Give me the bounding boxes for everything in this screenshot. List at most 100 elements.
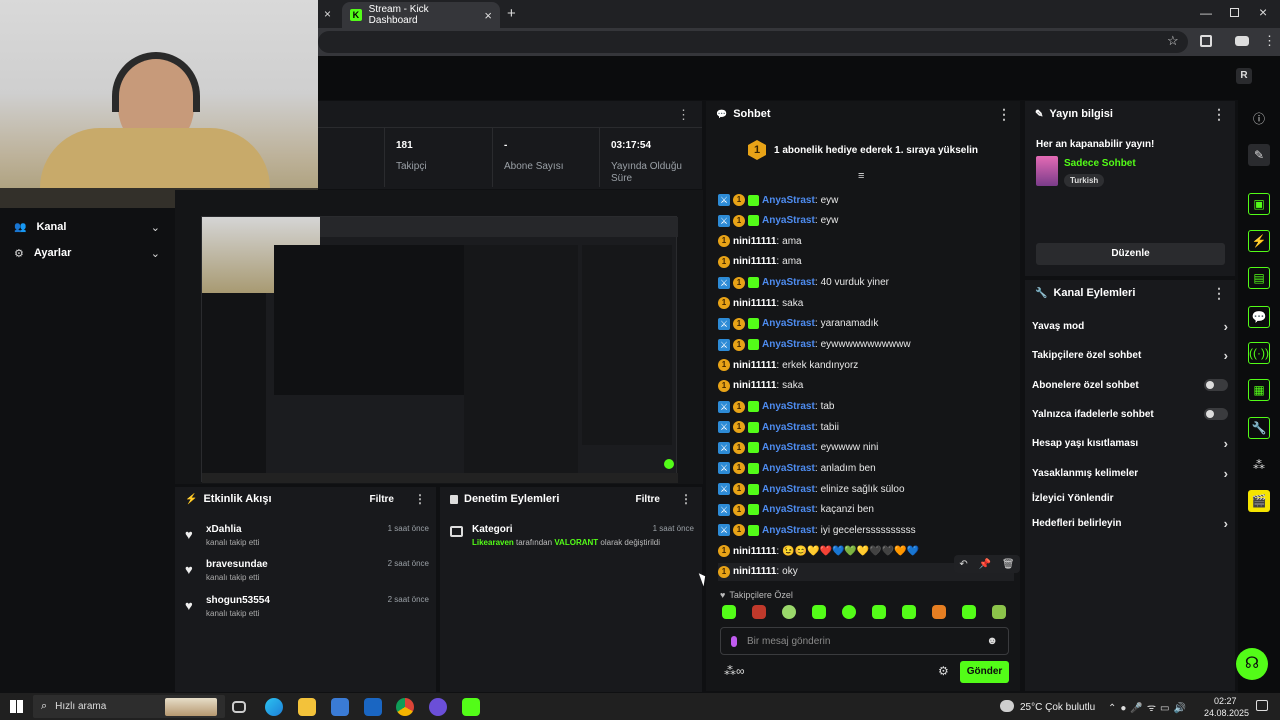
chrome-icon[interactable] bbox=[396, 698, 414, 716]
action-slow-mode[interactable]: Yavaş mod › bbox=[1032, 316, 1228, 336]
chat-tools-icon[interactable]: ⁂∞ bbox=[724, 664, 745, 678]
moderation-menu-icon[interactable]: ⋮ bbox=[680, 492, 692, 506]
edit-panel-icon[interactable]: ✎ bbox=[1248, 144, 1270, 166]
chat-username[interactable]: AnyaStrast bbox=[762, 442, 815, 453]
edge-icon[interactable] bbox=[265, 698, 283, 716]
broadcast-icon[interactable]: ((·)) bbox=[1248, 342, 1270, 364]
chat-message[interactable]: ⚔ 1 AnyaStrast: tabii bbox=[718, 418, 839, 436]
kick-app-icon[interactable] bbox=[462, 698, 480, 716]
chat-message[interactable]: 1 nini11111: saka bbox=[718, 294, 803, 312]
chat-username[interactable]: nini11111 bbox=[733, 566, 776, 577]
chat-username[interactable]: AnyaStrast bbox=[762, 463, 815, 474]
chat-message[interactable]: ⚔ 1 AnyaStrast:40 vurduk yiner bbox=[718, 274, 889, 292]
layout-icon[interactable]: ▦ bbox=[1248, 379, 1270, 401]
chat-username[interactable]: nini11111 bbox=[733, 236, 776, 247]
chat-panel-icon[interactable]: 💬 bbox=[1248, 306, 1270, 328]
minimize-button[interactable]: — bbox=[1200, 6, 1212, 20]
file-explorer-icon[interactable] bbox=[298, 698, 316, 716]
chat-message[interactable]: ⚔ 1 AnyaStrast: eyw bbox=[718, 212, 838, 230]
scroll-to-bottom-icon[interactable]: ≡ bbox=[858, 170, 864, 182]
pinned-banner[interactable]: 1 1 abonelik hediye ederek 1. sıraya yük… bbox=[706, 127, 1020, 173]
stream-preview[interactable] bbox=[175, 190, 703, 484]
emote-button[interactable] bbox=[992, 605, 1006, 619]
lightning-panel-icon[interactable]: ⚡ bbox=[1248, 230, 1270, 252]
moderation-filter[interactable]: Filtre bbox=[636, 494, 660, 505]
restore-button[interactable] bbox=[1230, 8, 1239, 17]
chat-message[interactable]: ⚔ 1 AnyaStrast: eyw bbox=[718, 191, 838, 209]
chat-message[interactable]: ⚔ 1 AnyaStrast: tab bbox=[718, 398, 835, 416]
previous-tab-close[interactable]: × bbox=[324, 7, 331, 21]
taskbar-search[interactable]: ⌕ Hızlı arama bbox=[33, 695, 225, 718]
new-tab-button[interactable]: + bbox=[507, 5, 516, 22]
bookmark-star-icon[interactable]: ☆ bbox=[1167, 33, 1179, 49]
chat-message[interactable]: ⚔ 1 AnyaStrast: eywwww nini bbox=[718, 439, 878, 457]
channel-actions-menu-icon[interactable]: ⋮ bbox=[1212, 285, 1226, 302]
outlook-icon[interactable] bbox=[364, 698, 382, 716]
obs-icon[interactable] bbox=[429, 698, 447, 716]
action-raid[interactable]: İzleyici Yönlendir bbox=[1032, 488, 1228, 508]
action-followers-only[interactable]: Takipçilere özel sohbet › bbox=[1032, 345, 1228, 365]
moderation-user[interactable]: Likearaven bbox=[472, 538, 514, 547]
send-button[interactable]: Gönder bbox=[960, 661, 1009, 683]
subscribers-only-toggle[interactable] bbox=[1204, 379, 1228, 391]
chat-username[interactable]: nini11111 bbox=[733, 298, 776, 309]
chat-message[interactable]: ⚔ 1 AnyaStrast: iyi gecelerssssssssss bbox=[718, 521, 916, 539]
tab-close-icon[interactable]: × bbox=[484, 8, 492, 23]
emote-button[interactable] bbox=[932, 605, 946, 619]
chat-username[interactable]: AnyaStrast bbox=[762, 422, 815, 433]
profile-icon[interactable] bbox=[1235, 36, 1249, 46]
chat-username[interactable]: AnyaStrast bbox=[762, 215, 815, 226]
chat-username[interactable]: AnyaStrast bbox=[762, 401, 815, 412]
chat-input[interactable]: Bir mesaj gönderin ☻ bbox=[720, 627, 1009, 655]
chat-username[interactable]: nini11111 bbox=[733, 360, 776, 371]
event-feed-menu-icon[interactable]: ⋮ bbox=[414, 492, 426, 506]
chat-message[interactable]: 1 nini11111: saka bbox=[718, 377, 803, 395]
chat-username[interactable]: AnyaStrast bbox=[762, 504, 815, 515]
document-icon[interactable]: ▤ bbox=[1248, 267, 1270, 289]
chat-username[interactable]: AnyaStrast bbox=[762, 195, 815, 206]
stream-info-menu-icon[interactable]: ⋮ bbox=[1212, 106, 1226, 123]
emote-button[interactable] bbox=[722, 605, 736, 619]
wrench-panel-icon[interactable]: 🔧 bbox=[1248, 417, 1270, 439]
reply-icon[interactable]: ↶ bbox=[959, 559, 967, 570]
clapper-icon[interactable]: 🎬 bbox=[1248, 490, 1270, 512]
microphone-icon[interactable] bbox=[731, 635, 737, 647]
delete-icon[interactable]: 🗑 bbox=[1002, 559, 1015, 570]
taskbar-weather[interactable]: 25°C Çok bulutlu bbox=[1020, 702, 1095, 713]
action-goals[interactable]: Hedefleri belirleyin › bbox=[1032, 513, 1228, 533]
emote-button[interactable] bbox=[752, 605, 766, 619]
edit-button[interactable]: Düzenle bbox=[1036, 243, 1225, 265]
url-input[interactable] bbox=[318, 31, 1188, 53]
pin-icon[interactable]: 📌 bbox=[979, 559, 991, 570]
chat-settings-icon[interactable]: ⚙ bbox=[938, 664, 949, 678]
browser-tab[interactable]: K Stream - Kick Dashboard × bbox=[342, 2, 500, 28]
sidebar-item-ayarlar[interactable]: ⚙ Ayarlar ⌄ bbox=[14, 245, 160, 261]
chat-message[interactable]: 1 nini11111: erkek kandınyorz bbox=[718, 356, 858, 374]
emote-button[interactable] bbox=[902, 605, 916, 619]
category-name[interactable]: Sadece Sohbet bbox=[1064, 158, 1136, 169]
action-account-age[interactable]: Hesap yaşı kısıtlaması › bbox=[1032, 433, 1228, 453]
store-icon[interactable] bbox=[331, 698, 349, 716]
extensions-icon[interactable] bbox=[1200, 35, 1212, 47]
stats-menu-icon[interactable]: ⋮ bbox=[677, 107, 690, 123]
emotes-only-toggle[interactable] bbox=[1204, 408, 1228, 420]
chat-username[interactable]: AnyaStrast bbox=[762, 277, 815, 288]
chat-username[interactable]: AnyaStrast bbox=[762, 484, 815, 495]
chat-message[interactable]: 1 nini11111: 😉😊💛❤️💙💚💛🖤🖤🧡💙 bbox=[718, 542, 919, 560]
emote-button[interactable] bbox=[872, 605, 886, 619]
user-avatar[interactable]: R bbox=[1236, 68, 1252, 84]
taskbar-date[interactable]: 24.08.2025 bbox=[1204, 708, 1249, 718]
chat-message[interactable]: ⚔ 1 AnyaStrast: eywwwwwwwwwww bbox=[718, 336, 911, 354]
chat-message[interactable]: 1 nini11111: ama bbox=[718, 253, 802, 271]
support-icon[interactable]: ☊ bbox=[1236, 648, 1268, 680]
chat-username[interactable]: nini11111 bbox=[733, 380, 776, 391]
chat-message[interactable]: ⚔ 1 AnyaStrast: anladım ben bbox=[718, 459, 876, 477]
chat-username[interactable]: nini11111 bbox=[733, 256, 776, 267]
chat-message[interactable]: ⚔ 1 AnyaStrast: yaranamadık bbox=[718, 315, 878, 333]
taskbar-time[interactable]: 02:27 bbox=[1214, 696, 1237, 706]
event-feed-filter[interactable]: Filtre bbox=[370, 494, 394, 505]
emote-button[interactable] bbox=[782, 605, 796, 619]
chat-menu-icon[interactable]: ⋮ bbox=[997, 106, 1011, 123]
browser-menu-icon[interactable]: ⋮ bbox=[1263, 33, 1276, 49]
chat-message[interactable]: 1 nini11111: ama bbox=[718, 232, 802, 250]
